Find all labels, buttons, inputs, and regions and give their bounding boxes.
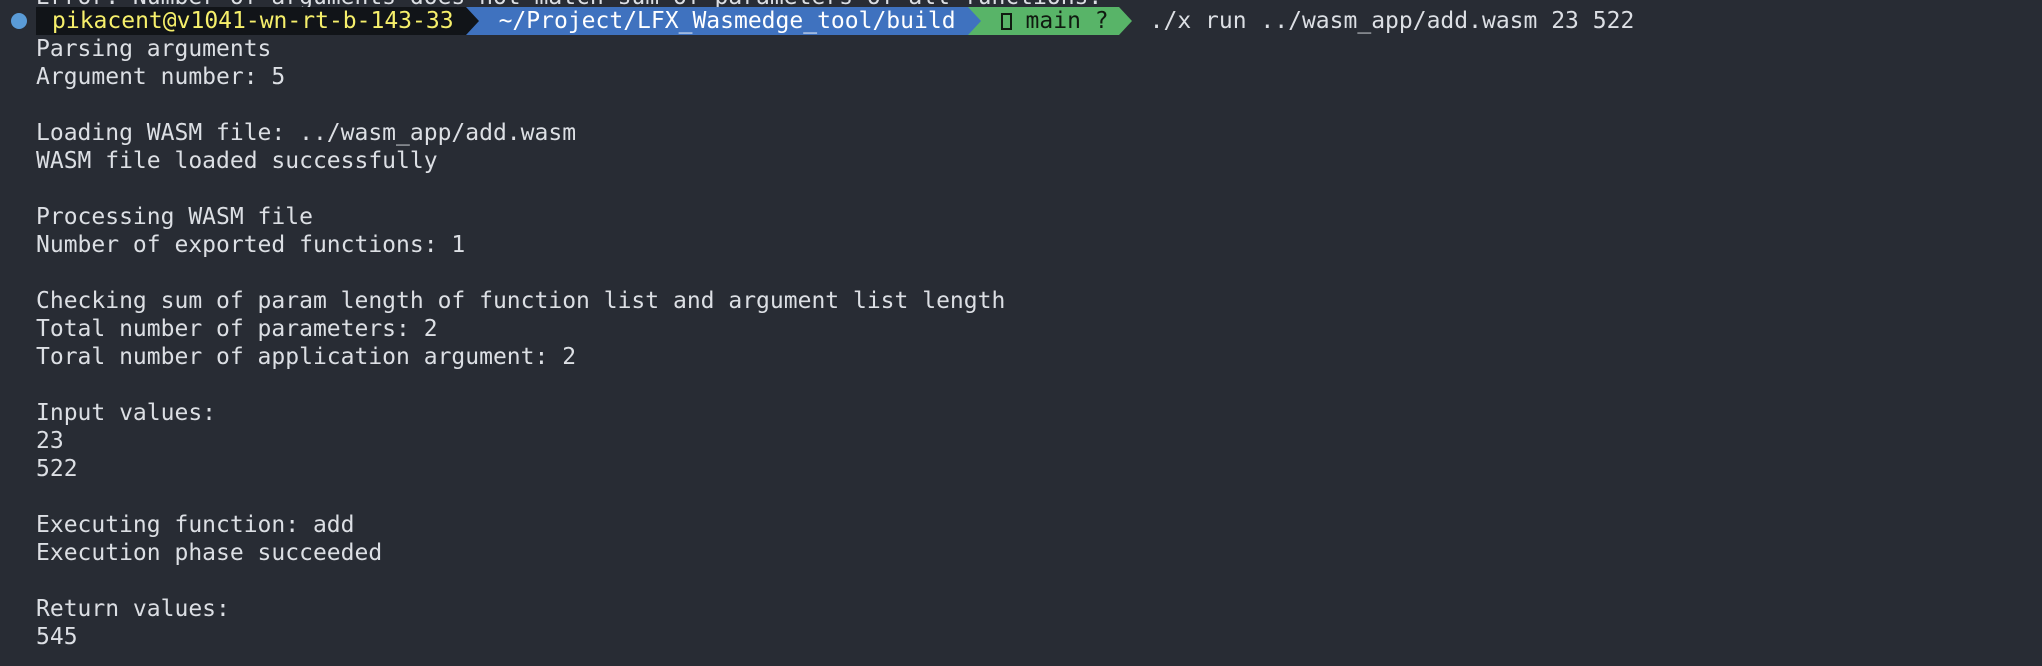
output-line: Loading WASM file: ../wasm_app/add.wasm [36, 120, 577, 146]
output-line: Number of exported functions: 1 [36, 232, 466, 258]
prompt-separator-arrow [967, 7, 981, 35]
output-line: 545 [36, 624, 78, 650]
output-line: Processing WASM file [36, 204, 313, 230]
output-line: Toral number of application argument: 2 [36, 344, 577, 370]
output-line: Return values: [36, 596, 230, 622]
terminal-output: Parsing arguments Argument number: 5 Loa… [36, 35, 1005, 651]
output-line: Total number of parameters: 2 [36, 316, 438, 342]
git-branch-icon [1000, 12, 1012, 30]
output-line: 23 [36, 428, 64, 454]
prompt-separator-arrow [465, 7, 479, 35]
output-line: WASM file loaded successfully [36, 148, 438, 174]
output-line: Input values: [36, 400, 217, 426]
prompt-separator-arrow [1118, 7, 1132, 35]
command-text: ./x run ../wasm_app/add.wasm 23 522 [1149, 8, 1635, 34]
prompt-line: pikacent@v1041-wn-rt-b-143-33 ~/Project/… [0, 7, 1634, 35]
status-dot-icon [11, 13, 27, 29]
output-line: Execution phase succeeded [36, 540, 383, 566]
git-branch-name: main ? [1025, 8, 1109, 34]
output-line: 522 [36, 456, 78, 482]
output-line: Checking sum of param length of function… [36, 288, 1006, 314]
prompt-git-status: main ? [980, 7, 1119, 35]
output-line: Parsing arguments [36, 36, 272, 62]
prompt-path: ~/Project/LFX_Wasmedge_tool/build [478, 7, 968, 35]
prompt-user-host: pikacent@v1041-wn-rt-b-143-33 [36, 7, 466, 35]
output-line: Argument number: 5 [36, 64, 286, 90]
terminal-window[interactable]: Error: Number of arguments does not matc… [0, 0, 2042, 666]
output-line: Executing function: add [36, 512, 355, 538]
